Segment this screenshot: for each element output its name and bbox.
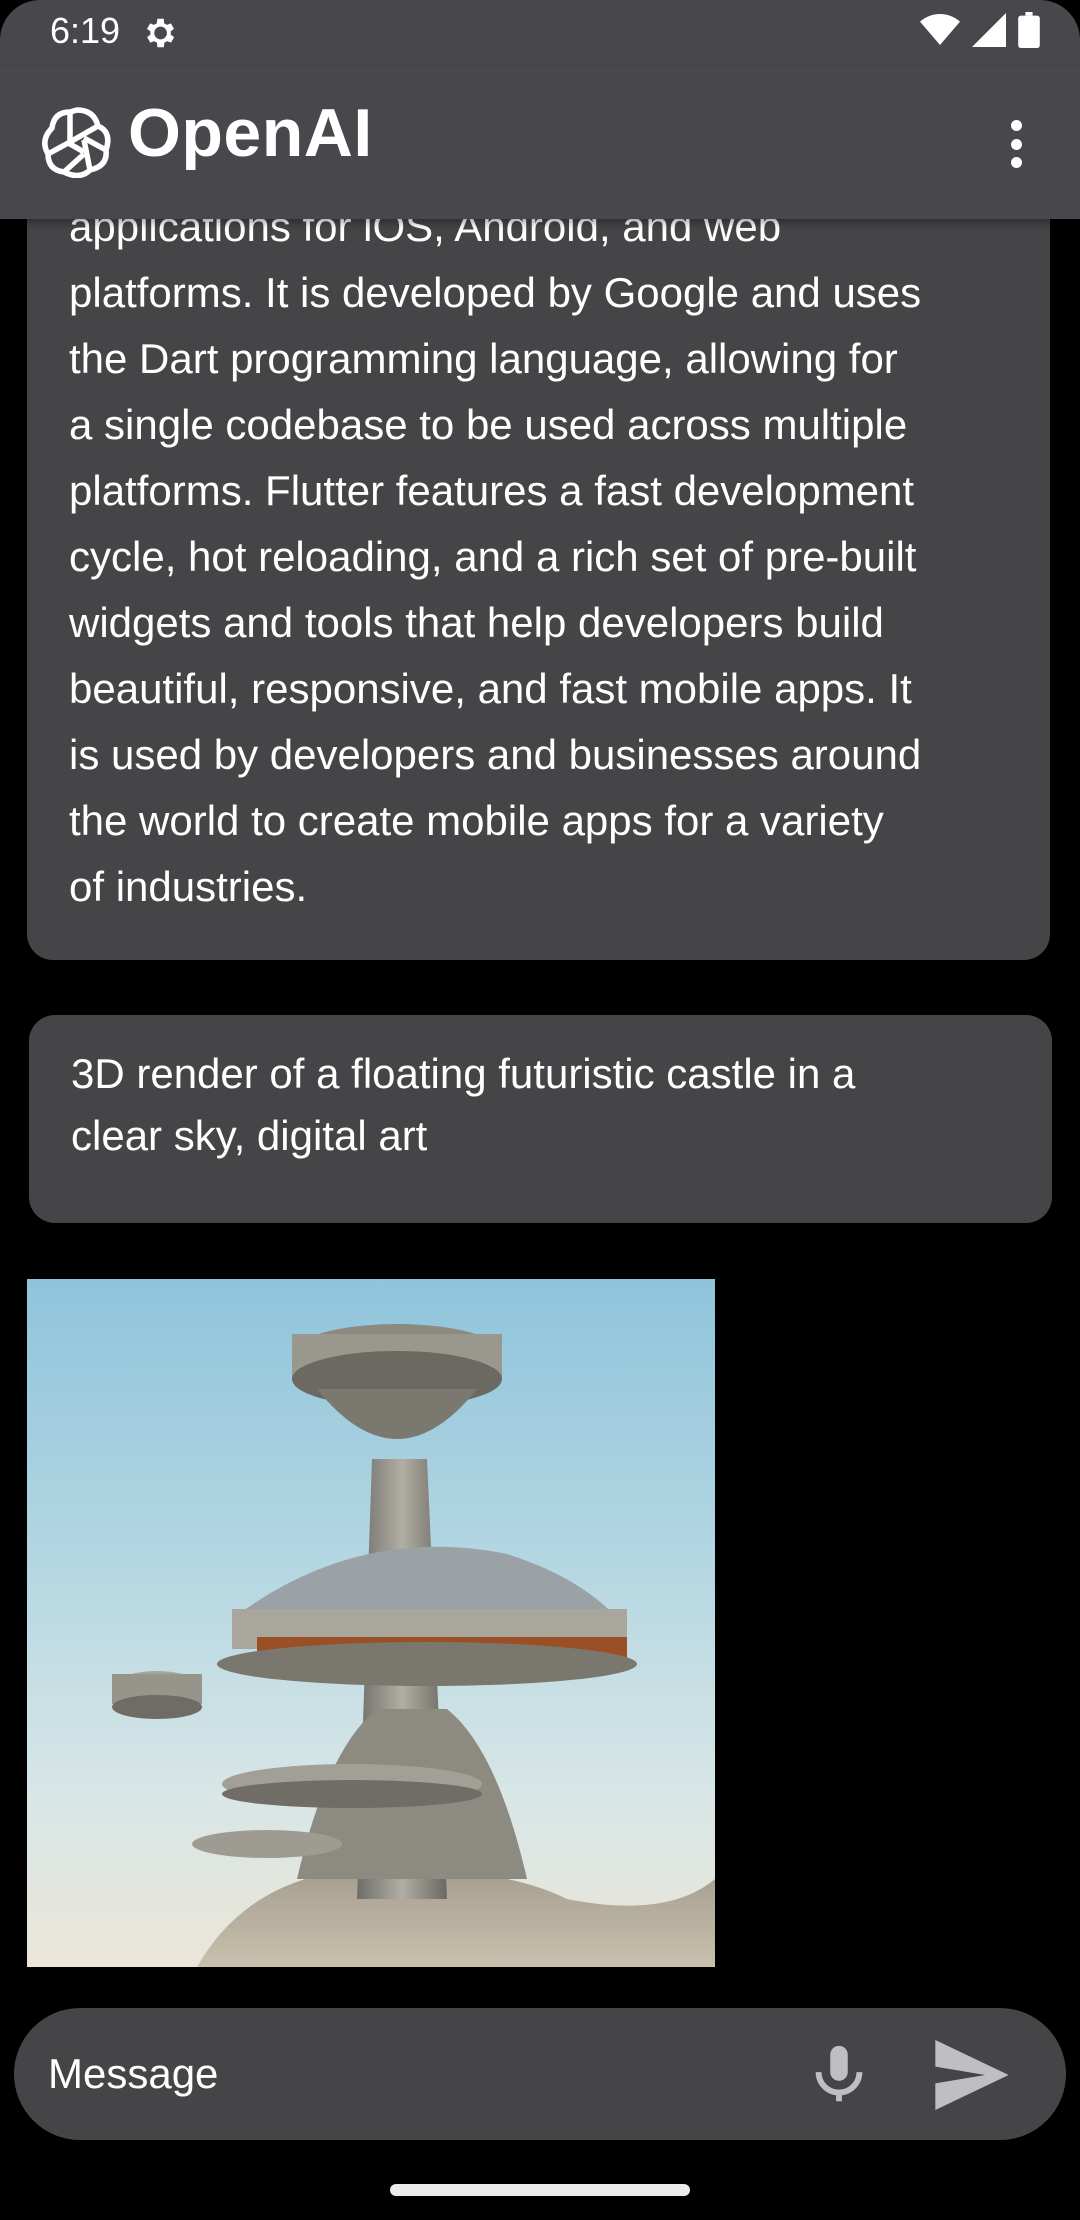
bot-message-line: platforms. It is developed by Google and… <box>69 269 922 316</box>
send-icon[interactable] <box>932 2040 1012 2110</box>
castle-illustration <box>112 1324 715 1967</box>
bot-message-line: the Dart programming language, allowing … <box>69 335 898 382</box>
bot-message-line: widgets and tools that help developers b… <box>69 599 884 646</box>
menu-dot <box>1010 120 1022 131</box>
wifi-icon <box>920 13 960 52</box>
openai-logo-icon <box>40 104 114 179</box>
status-time: 6:19 <box>50 10 121 51</box>
bot-message-line: cycle, hot reloading, and a rich set of … <box>69 533 917 580</box>
battery-icon <box>1018 12 1040 53</box>
gear-icon <box>140 14 178 52</box>
app-bar: OpenAI <box>0 66 1080 219</box>
message-input[interactable] <box>48 2036 748 2112</box>
user-message-bubble: 3D render of a floating futuristic castl… <box>29 1015 1052 1223</box>
bot-message-line: a single codebase to be used across mult… <box>69 401 908 448</box>
bot-message-line: beautiful, responsive, and fast mobile a… <box>69 665 912 712</box>
bot-message-line: platforms. Flutter features a fast devel… <box>69 467 915 514</box>
bot-message-bubble: applications for iOS, Android, and web p… <box>27 120 1050 960</box>
system-icons <box>920 12 1040 53</box>
mic-icon[interactable] <box>804 2040 874 2110</box>
status-bar: 6:19 <box>0 0 1080 66</box>
app-title: OpenAI <box>128 95 373 171</box>
bot-message-line: is used by developers and businesses aro… <box>69 731 922 778</box>
signal-icon <box>972 13 1006 52</box>
more-vert-icon[interactable] <box>992 114 1040 174</box>
home-indicator[interactable] <box>390 2184 690 2196</box>
menu-dot <box>1010 138 1022 150</box>
generated-castle-image[interactable] <box>27 1279 715 1967</box>
bot-message-line: the world to create mobile apps for a va… <box>69 797 884 844</box>
bot-message-line: of industries. <box>69 863 308 910</box>
screen: applications for iOS, Android, and web p… <box>0 0 1080 2220</box>
user-message-line: clear sky, digital art <box>71 1112 428 1159</box>
user-message-line: 3D render of a floating futuristic castl… <box>71 1050 856 1097</box>
menu-dot <box>1010 157 1022 168</box>
message-composer <box>14 2008 1066 2140</box>
chat-list[interactable]: applications for iOS, Android, and web p… <box>0 0 1080 2000</box>
